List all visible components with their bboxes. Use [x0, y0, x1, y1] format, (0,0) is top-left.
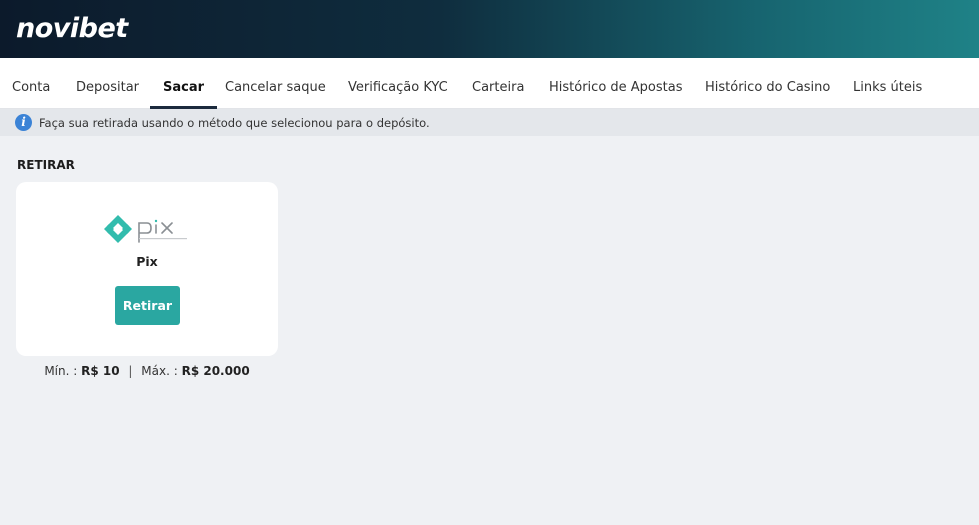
min-label: Mín. :	[44, 364, 78, 378]
method-name: Pix	[136, 254, 158, 269]
section-title: RETIRAR	[17, 158, 75, 172]
min-value: R$ 10	[81, 364, 120, 378]
tab-links-uteis[interactable]: Links úteis	[853, 58, 922, 108]
tab-cancelar-saque[interactable]: Cancelar saque	[225, 58, 326, 108]
info-banner: i Faça sua retirada usando o método que …	[0, 109, 979, 136]
tab-historico-apostas[interactable]: Histórico de Apostas	[549, 58, 683, 108]
info-message: Faça sua retirada usando o método que se…	[39, 116, 430, 130]
pix-logo-icon	[104, 215, 187, 243]
max-value: R$ 20.000	[181, 364, 250, 378]
withdraw-limits: Mín. : R$ 10 | Máx. : R$ 20.000	[16, 364, 278, 378]
payment-method-card: Pix Retirar	[16, 182, 278, 356]
tab-historico-casino[interactable]: Histórico do Casino	[705, 58, 830, 108]
withdraw-button[interactable]: Retirar	[115, 286, 180, 325]
tab-conta[interactable]: Conta	[12, 58, 50, 108]
info-icon: i	[15, 114, 32, 131]
account-tabs: Conta Depositar Sacar Cancelar saque Ver…	[0, 58, 979, 109]
limits-separator: |	[128, 364, 133, 378]
tab-verificacao-kyc[interactable]: Verificação KYC	[348, 58, 448, 108]
tab-carteira[interactable]: Carteira	[472, 58, 524, 108]
tab-sacar[interactable]: Sacar	[149, 58, 218, 109]
top-header: novibet	[0, 0, 979, 58]
novibet-logo[interactable]: novibet	[16, 13, 128, 44]
max-label: Máx. :	[141, 364, 178, 378]
tab-depositar[interactable]: Depositar	[76, 58, 139, 108]
